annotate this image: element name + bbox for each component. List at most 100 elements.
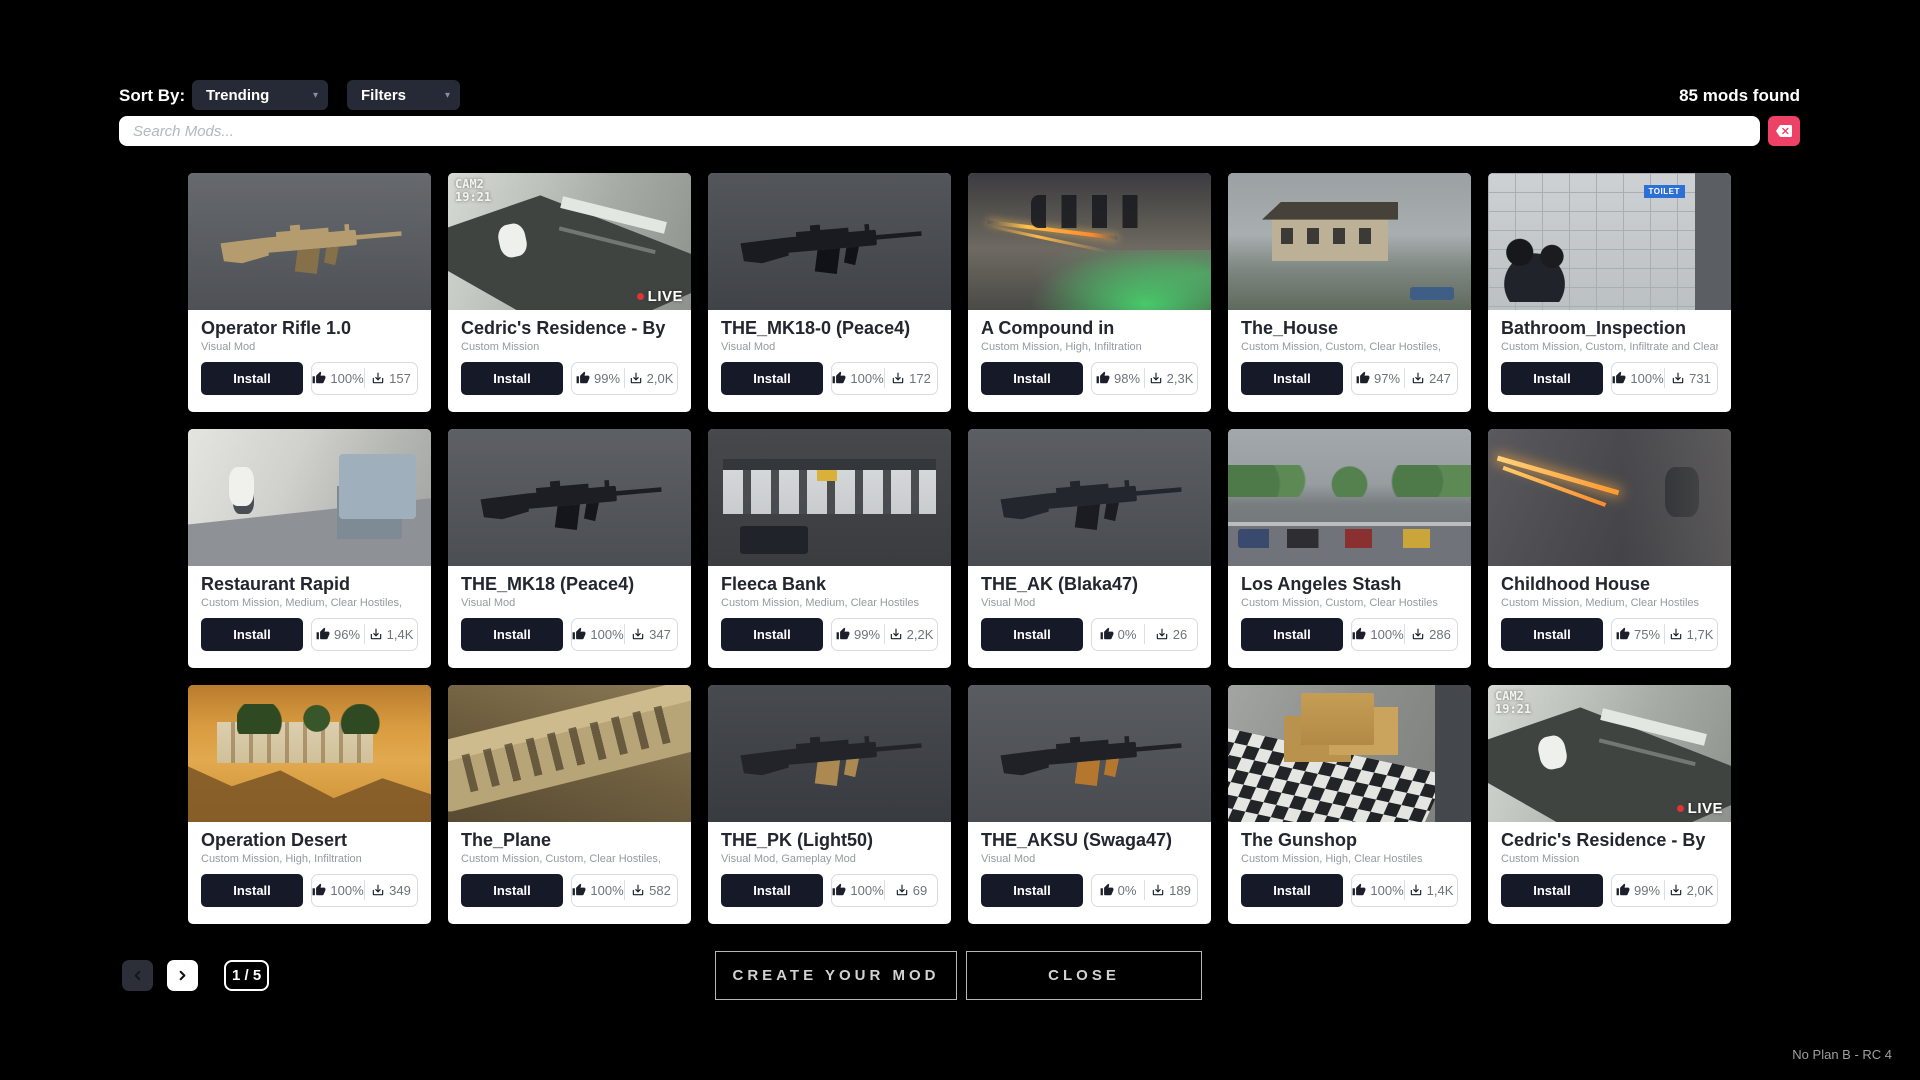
rifle-icon [207,195,413,294]
download-icon [629,371,643,385]
install-button[interactable]: Install [461,618,563,651]
thumbs-up-icon [1096,371,1110,385]
download-icon [889,627,903,641]
install-button[interactable]: Install [721,618,823,651]
thumbs-up-icon [316,627,330,641]
install-button[interactable]: Install [201,874,303,907]
thumbnail-shape [1228,465,1471,498]
mod-tags: Visual Mod, Gameplay Mod [721,853,938,865]
prev-page-button[interactable] [122,960,153,991]
thumbnail-shape [723,459,937,514]
mod-title: THE_PK (Light50) [721,830,938,851]
download-count: 731 [1689,371,1711,386]
mod-card: THE_MK18 (Peace4) Visual Mod Install 100… [448,429,691,668]
mod-thumbnail [708,429,951,566]
mod-title: THE_MK18 (Peace4) [461,574,678,595]
install-button[interactable]: Install [461,362,563,395]
thumbs-up-icon [832,883,846,897]
backspace-icon [1776,123,1792,139]
like-percentage: 100% [1630,371,1663,386]
mod-stats: 100% 157 [311,362,418,395]
mod-title: THE_AK (Blaka47) [981,574,1198,595]
sort-dropdown[interactable]: Trending ▾ [192,80,328,110]
mod-card: THE_PK (Light50) Visual Mod, Gameplay Mo… [708,685,951,924]
install-button[interactable]: Install [1241,874,1343,907]
like-percentage: 99% [854,627,880,642]
install-button[interactable]: Install [981,362,1083,395]
download-count: 247 [1429,371,1451,386]
mod-title: Operation Desert [201,830,418,851]
mod-tags: Custom Mission, High, Infiltration [201,853,418,865]
install-button[interactable]: Install [1241,362,1343,395]
install-button[interactable]: Install [981,874,1083,907]
download-count: 1,7K [1687,627,1714,642]
download-icon [1671,371,1685,385]
mod-card: THE_AK (Blaka47) Visual Mod Install 0% [968,429,1211,668]
download-count: 2,0K [1687,883,1714,898]
close-button[interactable]: CLOSE [966,951,1202,1000]
install-button[interactable]: Install [721,874,823,907]
thumbnail-shape [1435,685,1471,822]
download-count: 1,4K [1427,883,1454,898]
like-percentage: 0% [1118,883,1137,898]
mod-card: Restaurant Rapid Custom Mission, Medium,… [188,429,431,668]
like-percentage: 100% [330,371,363,386]
thumbs-up-icon [1352,883,1366,897]
next-page-button[interactable] [167,960,198,991]
install-button[interactable]: Install [201,362,303,395]
mod-stats: 99% 2,0K [571,362,678,395]
mod-stats: 100% 347 [571,618,678,651]
mod-stats: 100% 1,4K [1351,874,1458,907]
filters-dropdown[interactable]: Filters ▾ [347,80,460,110]
install-button[interactable]: Install [1501,618,1603,651]
like-percentage: 75% [1634,627,1660,642]
mod-tags: Custom Mission, Medium, Clear Hostiles [1501,597,1718,609]
thumbs-up-icon [312,371,326,385]
live-dot-icon [1677,805,1684,812]
mod-title: The Gunshop [1241,830,1458,851]
download-icon [895,883,909,897]
like-percentage: 99% [1634,883,1660,898]
mod-tags: Custom Mission, Medium, Clear Hostiles [721,597,938,609]
thumbnail-shape [1238,529,1462,548]
thumbnail-shape [1281,228,1378,244]
search-input[interactable] [119,116,1760,146]
like-percentage: 100% [1370,627,1403,642]
download-icon [631,883,645,897]
install-button[interactable]: Install [461,874,563,907]
like-percentage: 98% [1114,371,1140,386]
live-badge: LIVE [637,288,683,305]
like-percentage: 100% [850,371,883,386]
mod-title: THE_MK18-0 (Peace4) [721,318,938,339]
download-icon [371,371,385,385]
mod-tags: Visual Mod [721,341,938,353]
mod-thumbnail: TOILET [1488,173,1731,310]
mod-thumbnail [448,685,691,822]
thumbnail-shape [740,526,808,553]
mod-tags: Visual Mod [461,597,678,609]
sort-by-label: Sort By: [119,86,185,106]
like-percentage: 100% [590,627,623,642]
install-button[interactable]: Install [721,362,823,395]
mod-tags: Visual Mod [201,341,418,353]
install-button[interactable]: Install [981,618,1083,651]
like-percentage: 99% [594,371,620,386]
mod-thumbnail [968,429,1211,566]
like-percentage: 97% [1374,371,1400,386]
create-your-mod-button[interactable]: CREATE YOUR MOD [715,951,957,1000]
install-button[interactable]: Install [1241,618,1343,651]
install-button[interactable]: Install [1501,874,1603,907]
mod-stats: 97% 247 [1351,362,1458,395]
clear-search-button[interactable] [1768,116,1800,146]
caret-down-icon: ▾ [445,90,450,101]
like-percentage: 100% [1370,883,1403,898]
download-count: 582 [649,883,671,898]
download-icon [891,371,905,385]
mod-card: Operator Rifle 1.0 Visual Mod Install 10… [188,173,431,412]
download-icon [1411,627,1425,641]
install-button[interactable]: Install [201,618,303,651]
mod-tags: Custom Mission, High, Infiltration [981,341,1198,353]
chevron-left-icon [130,968,145,983]
results-count: 85 mods found [1679,86,1800,106]
install-button[interactable]: Install [1501,362,1603,395]
